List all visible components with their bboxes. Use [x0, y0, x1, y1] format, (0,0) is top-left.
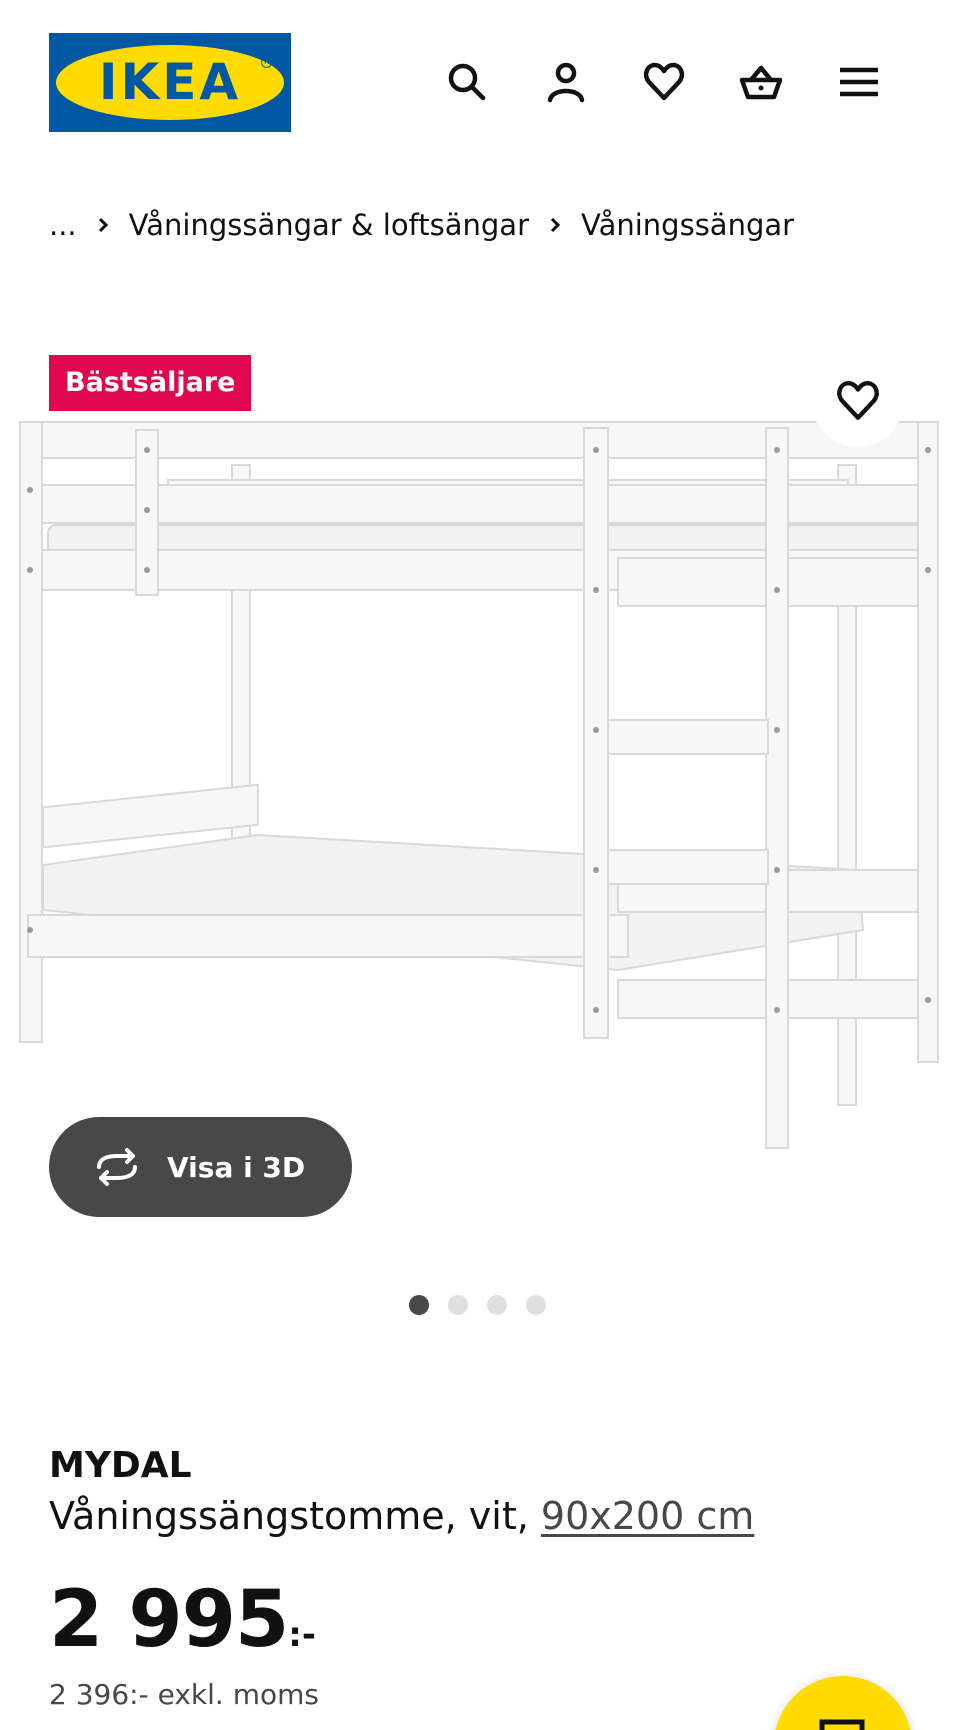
carousel-dot-4[interactable]: [526, 1295, 546, 1315]
search-icon[interactable]: [443, 58, 491, 106]
product-name: MYDAL: [49, 1445, 192, 1486]
product-description: Våningssängstomme, vit, 90x200 cm: [49, 1494, 754, 1538]
basket-icon: [819, 1719, 865, 1730]
product-description-text: Våningssängstomme, vit,: [49, 1494, 541, 1538]
breadcrumb-item-bunk-beds[interactable]: Våningssängar: [581, 208, 794, 242]
price-amount: 2 995: [49, 1575, 289, 1665]
chevron-right-icon: [529, 216, 581, 234]
header: IKEA R: [0, 0, 960, 160]
heart-icon: [837, 381, 879, 420]
price-suffix: :-: [288, 1615, 316, 1655]
bestseller-badge: Bästsäljare: [49, 355, 252, 411]
menu-icon[interactable]: [835, 58, 883, 106]
registered-mark: R: [261, 57, 272, 68]
breadcrumb-ellipsis[interactable]: ...: [49, 208, 77, 242]
carousel-dot-3[interactable]: [487, 1295, 507, 1315]
ikea-logo[interactable]: IKEA R: [49, 33, 291, 132]
view-in-3d-button[interactable]: Visa i 3D: [49, 1117, 352, 1217]
rotate-3d-icon: [97, 1148, 137, 1186]
breadcrumb: ... Våningssängar & loftsängar Våningssä…: [49, 203, 794, 247]
image-carousel-dots: [409, 1295, 546, 1315]
view-in-3d-label: Visa i 3D: [167, 1150, 306, 1184]
chevron-right-icon: [77, 216, 129, 234]
price-excl-vat: 2 396:- exkl. moms: [49, 1678, 319, 1711]
add-to-favourites-button[interactable]: [812, 355, 904, 447]
breadcrumb-item-bunk-and-loft-beds[interactable]: Våningssängar & loftsängar: [129, 208, 529, 242]
heart-icon[interactable]: [640, 58, 688, 106]
carousel-dot-2[interactable]: [448, 1295, 468, 1315]
basket-icon[interactable]: [737, 58, 785, 106]
carousel-dot-1[interactable]: [409, 1295, 429, 1315]
product-price: 2 995 :-: [49, 1575, 316, 1665]
logo-text: IKEA: [98, 53, 242, 111]
account-icon[interactable]: [542, 58, 590, 106]
add-to-basket-fab[interactable]: [774, 1676, 912, 1730]
product-size-link[interactable]: 90x200 cm: [541, 1494, 754, 1538]
